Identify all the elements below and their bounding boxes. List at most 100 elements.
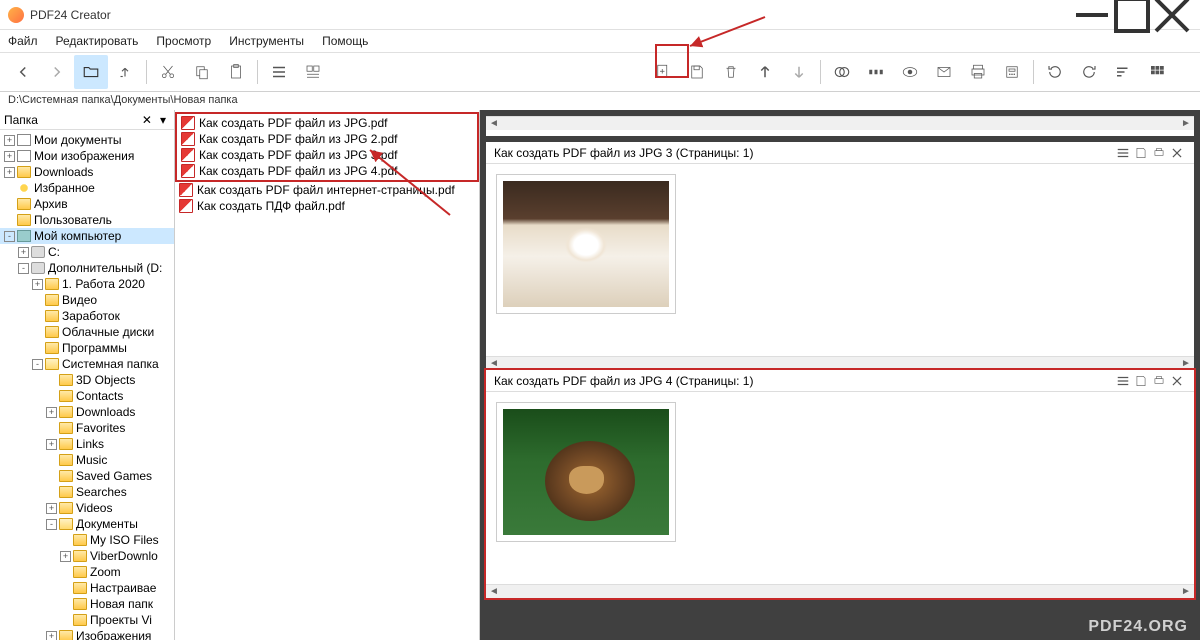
tree-item-label: Видео: [62, 293, 97, 307]
tree-item[interactable]: -Дополнительный (D:: [0, 260, 174, 276]
tree-item[interactable]: -Документы: [0, 516, 174, 532]
tree-item[interactable]: Проекты Vi: [0, 612, 174, 628]
sort-button[interactable]: [1106, 55, 1140, 89]
minimize-button[interactable]: [1072, 1, 1112, 29]
titlebar: PDF24 Creator: [0, 0, 1200, 30]
back-button[interactable]: [6, 55, 40, 89]
tree-item[interactable]: Настраивае: [0, 580, 174, 596]
scroll-right-icon[interactable]: ►: [1178, 118, 1194, 129]
delete-button[interactable]: [714, 55, 748, 89]
doc-print-icon[interactable]: [1150, 146, 1168, 160]
folder-icon: [59, 438, 73, 450]
tree-item-label: Настраивае: [90, 581, 156, 595]
close-button[interactable]: [1152, 1, 1192, 29]
copy-button[interactable]: [185, 55, 219, 89]
tree-item[interactable]: Contacts: [0, 388, 174, 404]
tree-item[interactable]: +Downloads: [0, 404, 174, 420]
grid-button[interactable]: [1140, 55, 1174, 89]
menu-tools[interactable]: Инструменты: [229, 34, 304, 48]
tree-item[interactable]: Favorites: [0, 420, 174, 436]
tree-item[interactable]: +Videos: [0, 500, 174, 516]
doc-close-icon[interactable]: [1168, 374, 1186, 388]
tree-item[interactable]: 3D Objects: [0, 372, 174, 388]
move-up-button[interactable]: [748, 55, 782, 89]
tree-item[interactable]: Пользователь: [0, 212, 174, 228]
file-item[interactable]: Как создать PDF файл из JPG 2.pdf: [177, 131, 477, 147]
move-down-button[interactable]: [782, 55, 816, 89]
tree-item[interactable]: +1. Работа 2020: [0, 276, 174, 292]
doc-menu-icon[interactable]: [1114, 146, 1132, 160]
save-button[interactable]: [680, 55, 714, 89]
tree-item[interactable]: My ISO Files: [0, 532, 174, 548]
tree-item-label: Новая папк: [90, 597, 153, 611]
email-button[interactable]: [927, 55, 961, 89]
doc-close-icon[interactable]: [1168, 146, 1186, 160]
document-title: Как создать PDF файл из JPG 3 (Страницы:…: [494, 146, 1114, 160]
file-item[interactable]: Как создать ПДФ файл.pdf: [175, 198, 479, 214]
file-item[interactable]: Как создать PDF файл из JPG 3.pdf: [177, 147, 477, 163]
doc-save-icon[interactable]: [1132, 146, 1150, 160]
tree-item[interactable]: +ViberDownlo: [0, 548, 174, 564]
file-item[interactable]: Как создать PDF файл из JPG.pdf: [177, 115, 477, 131]
tree-item[interactable]: +Изображения: [0, 628, 174, 640]
merge-button[interactable]: [825, 55, 859, 89]
tree-item[interactable]: Программы: [0, 340, 174, 356]
doc-print-icon[interactable]: [1150, 374, 1168, 388]
tree-item[interactable]: Saved Games: [0, 468, 174, 484]
tree-item[interactable]: Searches: [0, 484, 174, 500]
doc-menu-icon[interactable]: [1114, 374, 1132, 388]
tree-item[interactable]: Заработок: [0, 308, 174, 324]
doc-save-icon[interactable]: [1132, 374, 1150, 388]
tree-item[interactable]: +C:: [0, 244, 174, 260]
tree-item[interactable]: +Мои документы: [0, 132, 174, 148]
tree-item[interactable]: Облачные диски: [0, 324, 174, 340]
forward-button[interactable]: [40, 55, 74, 89]
tree-item[interactable]: -Системная папка: [0, 356, 174, 372]
document-scrollbar[interactable]: ◄►: [486, 584, 1194, 598]
cut-button[interactable]: [151, 55, 185, 89]
tree-item[interactable]: Избранное: [0, 180, 174, 196]
tree-item[interactable]: Видео: [0, 292, 174, 308]
page-thumbnail[interactable]: [496, 174, 676, 314]
document-panel[interactable]: Как создать PDF файл из JPG 3 (Страницы:…: [486, 142, 1194, 370]
menu-edit[interactable]: Редактировать: [56, 34, 139, 48]
rotate-left-button[interactable]: [1038, 55, 1072, 89]
doc-panel-collapsed: ◄ ►: [486, 116, 1194, 136]
tree-item[interactable]: +Downloads: [0, 164, 174, 180]
menu-help[interactable]: Помощь: [322, 34, 368, 48]
tree-item[interactable]: Архив: [0, 196, 174, 212]
tree-dropdown-icon[interactable]: ▾: [156, 113, 170, 127]
fax-button[interactable]: [995, 55, 1029, 89]
folder-button[interactable]: [74, 55, 108, 89]
up-button[interactable]: [108, 55, 142, 89]
tree-item-label: Архив: [34, 197, 68, 211]
new-doc-button[interactable]: [646, 55, 680, 89]
scroll-left-icon[interactable]: ◄: [486, 118, 502, 129]
file-item[interactable]: Как создать PDF файл из JPG 4.pdf: [177, 163, 477, 179]
tree-item[interactable]: -Мой компьютер: [0, 228, 174, 244]
paste-button[interactable]: [219, 55, 253, 89]
view-list-button[interactable]: [262, 55, 296, 89]
tree-item[interactable]: Zoom: [0, 564, 174, 580]
pdf-file-icon: [179, 183, 193, 197]
rotate-right-button[interactable]: [1072, 55, 1106, 89]
tree-item[interactable]: +Мои изображения: [0, 148, 174, 164]
folder-icon: [17, 134, 31, 146]
menu-view[interactable]: Просмотр: [156, 34, 211, 48]
tree-item[interactable]: Music: [0, 452, 174, 468]
page-thumbnail[interactable]: [496, 402, 676, 542]
menu-file[interactable]: Файл: [8, 34, 38, 48]
tree-item[interactable]: +Links: [0, 436, 174, 452]
print-button[interactable]: [961, 55, 995, 89]
file-name: Как создать ПДФ файл.pdf: [197, 199, 345, 213]
preview-button[interactable]: [893, 55, 927, 89]
maximize-button[interactable]: [1112, 1, 1152, 29]
file-item[interactable]: Как создать PDF файл интернет-страницы.p…: [175, 182, 479, 198]
document-scrollbar[interactable]: ◄►: [486, 356, 1194, 370]
split-button[interactable]: [859, 55, 893, 89]
view-detail-button[interactable]: [296, 55, 330, 89]
tree-close-icon[interactable]: ✕: [138, 113, 156, 127]
tree-item[interactable]: Новая папк: [0, 596, 174, 612]
folder-tree[interactable]: +Мои документы+Мои изображения+Downloads…: [0, 130, 174, 640]
document-panel[interactable]: Как создать PDF файл из JPG 4 (Страницы:…: [486, 370, 1194, 598]
